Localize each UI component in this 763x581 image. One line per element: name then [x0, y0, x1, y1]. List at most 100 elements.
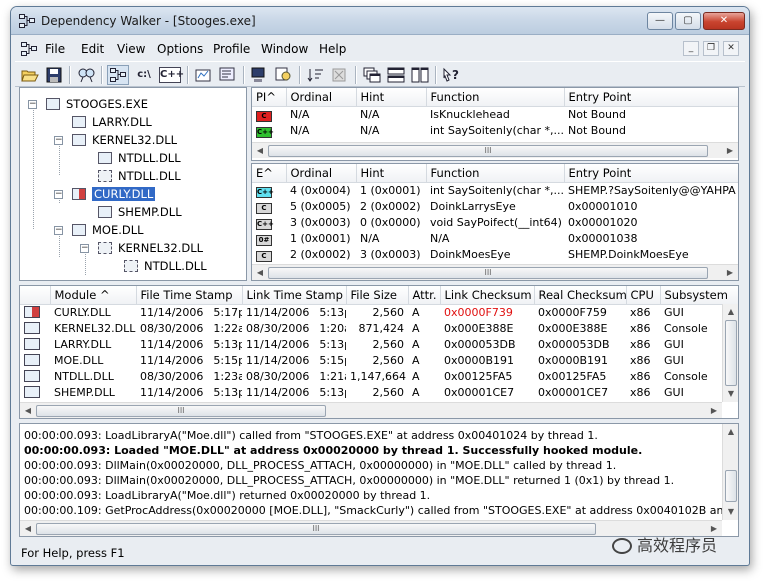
column-header-attr[interactable]: Attr.	[408, 286, 441, 305]
menu-help[interactable]: Help	[319, 42, 346, 56]
column-header-module[interactable]: Module ^	[50, 286, 137, 305]
tree-node[interactable]: KERNEL32.DLL	[72, 132, 177, 148]
module-list-table[interactable]: Module ^ File Time Stamp Link Time Stamp…	[20, 286, 738, 400]
column-header-file-size[interactable]: File Size	[346, 286, 409, 305]
tree-node[interactable]: SHEMP.DLL	[98, 204, 182, 220]
open-icon[interactable]	[19, 65, 41, 85]
column-header-function[interactable]: Function	[426, 88, 565, 107]
tree-expander-icon[interactable]: −	[28, 100, 37, 109]
cpp-undecorate-icon[interactable]: C++	[159, 67, 184, 83]
tree-node[interactable]: NTDLL.DLL	[124, 258, 207, 274]
modules-vertical-scrollbar[interactable]: ▲ ▼	[722, 304, 738, 402]
tree-node[interactable]: STOOGES.EXE	[46, 96, 148, 112]
scroll-thumb[interactable]: III	[268, 145, 708, 157]
scroll-right-icon[interactable]: ▶	[722, 266, 738, 280]
scroll-thumb[interactable]	[725, 320, 737, 386]
scroll-left-icon[interactable]: ◀	[20, 522, 36, 536]
mdi-minimize-button[interactable]: _	[683, 41, 699, 56]
column-header-icon[interactable]	[20, 286, 51, 305]
scroll-left-icon[interactable]: ◀	[252, 266, 268, 280]
scroll-down-icon[interactable]: ▼	[723, 504, 738, 520]
column-header-hint[interactable]: Hint	[356, 164, 427, 183]
scroll-down-icon[interactable]: ▼	[723, 386, 738, 402]
scroll-up-icon[interactable]: ▲	[723, 304, 738, 320]
log-pane[interactable]: 00:00:00.093: LoadLibraryA("Moe.dll") ca…	[19, 423, 739, 537]
document-system-menu-icon[interactable]	[21, 42, 37, 56]
tree-node[interactable]: KERNEL32.DLL	[98, 240, 203, 256]
module-row[interactable]: MOE.DLL 11/14/2006 5:15p 11/14/2006 5:15p 2,5…	[20, 352, 738, 368]
scroll-right-icon[interactable]: ▶	[706, 404, 722, 418]
column-header-real-checksum[interactable]: Real Checksum	[534, 286, 627, 305]
system-info-icon[interactable]	[217, 65, 239, 85]
menu-options[interactable]: Options	[157, 42, 203, 56]
scroll-thumb[interactable]: III	[268, 267, 708, 279]
column-header-entry-point[interactable]: Entry Point	[564, 88, 738, 107]
tile-vertical-icon[interactable]	[409, 65, 431, 85]
column-header-link-checksum[interactable]: Link Checksum	[440, 286, 535, 305]
function-row[interactable]: C 2 (0x0002) 3 (0x0003) DoinkMoesEye SHEMP.D…	[252, 246, 738, 262]
column-header-ordinal[interactable]: Ordinal	[286, 88, 357, 107]
cascade-icon[interactable]	[361, 65, 383, 85]
menu-view[interactable]: View	[117, 42, 145, 56]
exports-pane[interactable]: E^ Ordinal Hint Function Entry Point C++…	[251, 163, 739, 281]
sort-icon[interactable]	[305, 65, 327, 85]
module-list-pane[interactable]: Module ^ File Time Stamp Link Time Stamp…	[19, 285, 739, 419]
tree-node[interactable]: NTDLL.DLL	[98, 168, 181, 184]
column-header-subsystem[interactable]: Subsystem	[660, 286, 738, 305]
scroll-thumb[interactable]: III	[36, 405, 326, 417]
module-tree-pane[interactable]: − STOOGES.EXE LARRY.DLL − KERNEL32.DLL NTDLL.…	[19, 87, 247, 281]
function-row[interactable]: C++ N/A N/A int SaySoitenly(char *,...) Not …	[252, 122, 738, 138]
menu-file[interactable]: File	[45, 42, 65, 56]
tree-node[interactable]: NTDLL.DLL	[98, 150, 181, 166]
properties-icon[interactable]	[193, 65, 215, 85]
column-header-entry-point[interactable]: Entry Point	[564, 164, 738, 183]
exports-horizontal-scrollbar[interactable]: ◀ III ▶	[252, 264, 738, 280]
highlight-match-icon[interactable]	[273, 65, 295, 85]
tree-expander-icon[interactable]: −	[54, 226, 63, 235]
menu-edit[interactable]: Edit	[81, 42, 104, 56]
function-row[interactable]: C++ 4 (0x0004) 1 (0x0001) int SaySoitenly(c…	[252, 182, 738, 198]
column-header-ordinal[interactable]: Ordinal	[286, 164, 357, 183]
help-icon[interactable]: ?	[441, 65, 463, 85]
column-header-e[interactable]: E^	[252, 164, 287, 183]
mdi-restore-button[interactable]: ❐	[703, 41, 719, 56]
tree-expander-icon[interactable]: −	[54, 190, 63, 199]
tree-expander-icon[interactable]: −	[54, 136, 63, 145]
scroll-right-icon[interactable]: ▶	[722, 144, 738, 158]
tree-expander-icon[interactable]: −	[80, 244, 89, 253]
close-button[interactable]: ✕	[703, 12, 745, 30]
column-header-pi[interactable]: PI^	[252, 88, 287, 107]
scroll-thumb[interactable]: III	[36, 523, 596, 535]
column-header-file-time-stamp[interactable]: File Time Stamp	[136, 286, 243, 305]
find-icon[interactable]	[75, 65, 97, 85]
function-row[interactable]: 0# 1 (0x0001) N/A N/A 0x00001038	[252, 230, 738, 246]
module-row[interactable]: KERNEL32.DLL 08/30/2006 1:22a 08/30/2006 1:2…	[20, 320, 738, 336]
function-row[interactable]: C N/A N/A IsKnucklehead Not Bound	[252, 106, 738, 122]
function-row[interactable]: C 5 (0x0005) 2 (0x0002) DoinkLarrysEye 0x000…	[252, 198, 738, 214]
maximize-button[interactable]: ▢	[675, 12, 701, 30]
tree-node[interactable]: LARRY.DLL	[72, 114, 152, 130]
scroll-thumb[interactable]	[725, 470, 737, 502]
module-row[interactable]: SHEMP.DLL 11/14/2006 5:13p 11/14/2006 5:13p 2…	[20, 384, 738, 400]
module-row[interactable]: NTDLL.DLL 08/30/2006 1:23a 08/30/2006 1:21a 1…	[20, 368, 738, 384]
minimize-button[interactable]: —	[647, 12, 673, 30]
module-row[interactable]: CURLY.DLL 11/14/2006 5:17p 11/14/2006 5:13p 2…	[20, 304, 738, 320]
module-row[interactable]: LARRY.DLL 11/14/2006 5:13p 11/14/2006 5:13p 2…	[20, 336, 738, 352]
menu-window[interactable]: Window	[261, 42, 308, 56]
modules-horizontal-scrollbar[interactable]: ◀ III ▶	[20, 402, 722, 418]
mdi-close-button[interactable]: ✕	[723, 41, 739, 56]
exports-table[interactable]: E^ Ordinal Hint Function Entry Point C++…	[252, 164, 738, 262]
title-bar[interactable]: Dependency Walker - [Stooges.exe] — ▢ ✕	[11, 7, 749, 35]
parent-imports-pane[interactable]: PI^ Ordinal Hint Function Entry Point C N…	[251, 87, 739, 161]
scroll-left-icon[interactable]: ◀	[252, 144, 268, 158]
view-module-icon[interactable]	[249, 65, 271, 85]
parent-imports-table[interactable]: PI^ Ordinal Hint Function Entry Point C N…	[252, 88, 738, 138]
tree-node[interactable]: MOE.DLL	[72, 222, 144, 238]
module-tree-icon[interactable]	[107, 65, 129, 85]
imports-horizontal-scrollbar[interactable]: ◀ III ▶	[252, 142, 738, 158]
column-header-link-time-stamp[interactable]: Link Time Stamp	[242, 286, 347, 305]
log-vertical-scrollbar[interactable]: ▲ ▼	[722, 424, 738, 520]
scroll-left-icon[interactable]: ◀	[20, 404, 36, 418]
scroll-up-icon[interactable]: ▲	[723, 424, 738, 440]
clear-icon[interactable]	[329, 65, 351, 85]
